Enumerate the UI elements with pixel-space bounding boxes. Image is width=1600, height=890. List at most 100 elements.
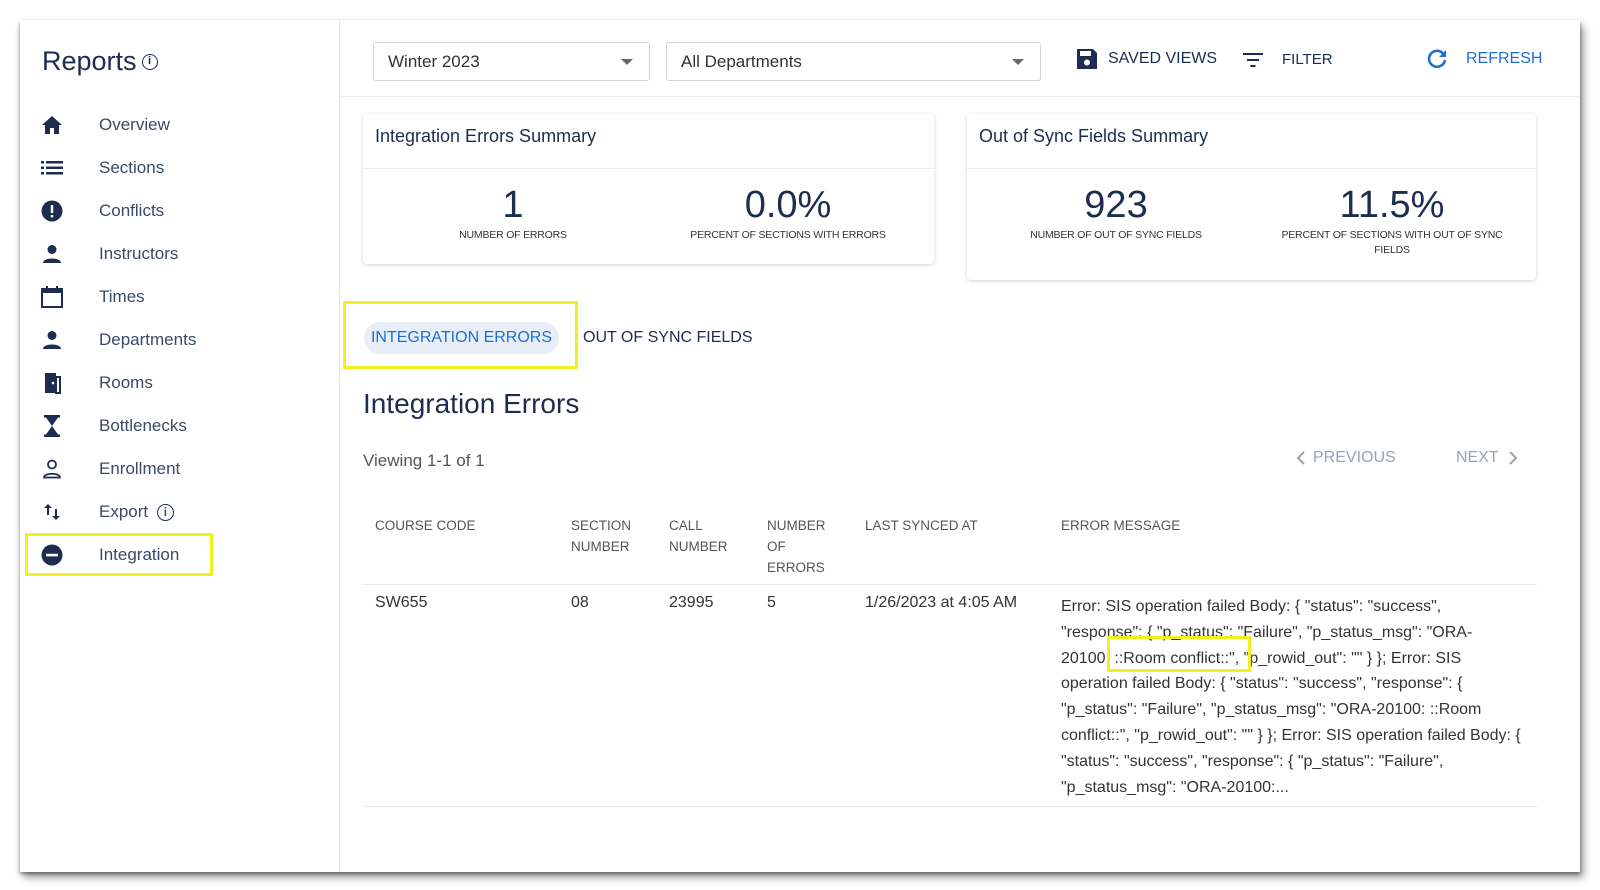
refresh-button[interactable]: REFRESH [1426,48,1542,70]
person-icon [40,328,64,352]
page-title: Integration Errors [363,388,580,419]
column-header-number-of-errors[interactable]: NUMBER OF ERRORS [767,515,826,578]
header-line: CALL [669,518,703,533]
swap-vertical-icon [40,500,64,524]
sidebar-item-label: Rooms [99,372,153,392]
cell-course-code: SW655 [375,594,428,611]
list-icon [40,156,64,180]
sidebar-item-label: Departments [99,329,197,349]
out-of-sync-summary-card: Out of Sync Fields Summary 923 NUMBER OF… [967,114,1536,280]
sidebar-item-rooms[interactable]: Rooms [20,361,340,404]
chevron-down-icon [1012,59,1024,65]
header-line: NUMBER [571,539,630,554]
sidebar-item-label: Times [99,286,145,306]
chevron-down-icon [621,59,633,65]
sidebar-item-integration[interactable]: Integration [25,533,213,576]
cell-section-number: 08 [571,594,589,611]
number-of-errors-metric: 1 NUMBER OF ERRORS [413,184,613,243]
sidebar-item-sections[interactable]: Sections [20,146,340,189]
metric-label: PERCENT OF SECTIONS WITH ERRORS [690,229,886,241]
out-of-sync-fields-metric: 923 NUMBER OF OUT OF SYNC FIELDS [1011,184,1221,243]
sidebar-item-times[interactable]: Times [20,275,340,318]
metric-label: NUMBER OF ERRORS [459,229,567,241]
sidebar-item-enrollment[interactable]: Enrollment [20,447,340,490]
column-header-course-code[interactable]: COURSE CODE [375,515,476,536]
metric-value: 1 [502,184,524,226]
sidebar-item-label: Sections [99,157,165,177]
metric-label-line: FIELDS [1374,244,1410,256]
previous-label: PREVIOUS [1313,449,1396,466]
refresh-icon [1427,49,1447,69]
sidebar-item-bottlenecks[interactable]: Bottlenecks [20,404,340,447]
reports-title: Reports i [42,46,158,77]
next-button[interactable]: NEXT [1456,449,1519,467]
info-icon[interactable]: i [156,503,174,521]
saved-views-label: SAVED VIEWS [1108,50,1218,67]
card-title: Integration Errors Summary [363,114,934,169]
filter-icon [1243,52,1263,67]
minus-circle-icon [40,543,64,567]
tab-integration-errors[interactable]: INTEGRATION ERRORS [364,322,559,354]
metric-value: 11.5% [1339,184,1445,226]
cell-last-synced: 1/26/2023 at 4:05 AM [865,594,1018,611]
alert-circle-icon [40,199,64,223]
sidebar-item-overview[interactable]: Overview [20,103,340,146]
door-icon [40,371,64,395]
sidebar-item-departments[interactable]: Departments [20,318,340,361]
chevron-right-icon [1508,451,1518,465]
department-select[interactable]: All Departments [666,42,1041,81]
sidebar-item-label: Bottlenecks [99,415,187,435]
export-label: Export [99,501,149,521]
app-window: Reports i Overview Sections Conflicts In… [20,20,1580,872]
metric-label: NUMBER OF OUT OF SYNC FIELDS [1030,229,1202,241]
integration-errors-summary-card: Integration Errors Summary 1 NUMBER OF E… [363,114,934,264]
column-header-error-message[interactable]: ERROR MESSAGE [1061,515,1180,536]
sidebar-item-label: Integration [99,544,180,564]
highlight-box [1107,636,1251,672]
hourglass-icon [40,414,64,438]
header-line: SECTION [571,518,632,533]
sidebar-item-instructors[interactable]: Instructors [20,232,340,275]
sidebar-item-label: Conflicts [99,200,165,220]
save-icon [1077,49,1097,69]
tab-out-of-sync-fields[interactable]: OUT OF SYNC FIELDS [583,329,753,347]
saved-views-button[interactable]: SAVED VIEWS [1076,48,1217,70]
sidebar-item-export[interactable]: Export i [20,490,340,533]
metric-value: 0.0% [744,184,832,226]
header-line: OF [767,539,786,554]
metric-label: PERCENT OF SECTIONS WITH OUT OF SYNC FIE… [1267,228,1517,258]
toolbar: Winter 2023 All Departments SAVED VIEWS … [340,20,1580,97]
metric-value: 923 [1084,184,1148,226]
department-select-value: All Departments [681,51,802,71]
calendar-icon [40,285,64,309]
percent-sections-errors-metric: 0.0% PERCENT OF SECTIONS WITH ERRORS [663,184,913,243]
sidebar: Reports i Overview Sections Conflicts In… [20,20,340,872]
info-icon[interactable]: i [141,53,158,70]
header-line: ERRORS [767,560,825,575]
person-icon [40,242,64,266]
card-title: Out of Sync Fields Summary [967,114,1536,169]
divider [363,806,1537,807]
sidebar-nav: Overview Sections Conflicts Instructors [20,103,340,576]
sidebar-item-conflicts[interactable]: Conflicts [20,189,340,232]
header-line: NUMBER [669,539,728,554]
reports-title-text: Reports [42,46,137,76]
sidebar-item-label: Export i [99,502,174,522]
cell-number-of-errors: 5 [767,594,776,611]
filter-label: FILTER [1282,51,1333,68]
divider [363,584,1537,585]
next-label: NEXT [1456,449,1499,466]
column-header-call-number[interactable]: CALL NUMBER [669,515,728,557]
metric-label-line: PERCENT OF SECTIONS WITH OUT OF SYNC [1281,229,1503,241]
sidebar-item-label: Instructors [99,243,179,263]
percent-sections-out-of-sync-metric: 11.5% PERCENT OF SECTIONS WITH OUT OF SY… [1267,184,1517,258]
sidebar-item-label: Enrollment [99,458,181,478]
column-header-section-number[interactable]: SECTION NUMBER [571,515,631,557]
chevron-left-icon [1296,451,1305,465]
filter-button[interactable]: FILTER [1242,51,1333,68]
column-header-last-synced[interactable]: LAST SYNCED AT [865,515,978,536]
previous-button[interactable]: PREVIOUS [1295,449,1396,467]
term-select[interactable]: Winter 2023 [373,42,650,81]
person-outline-icon [40,457,64,481]
viewing-count: Viewing 1-1 of 1 [363,451,485,470]
